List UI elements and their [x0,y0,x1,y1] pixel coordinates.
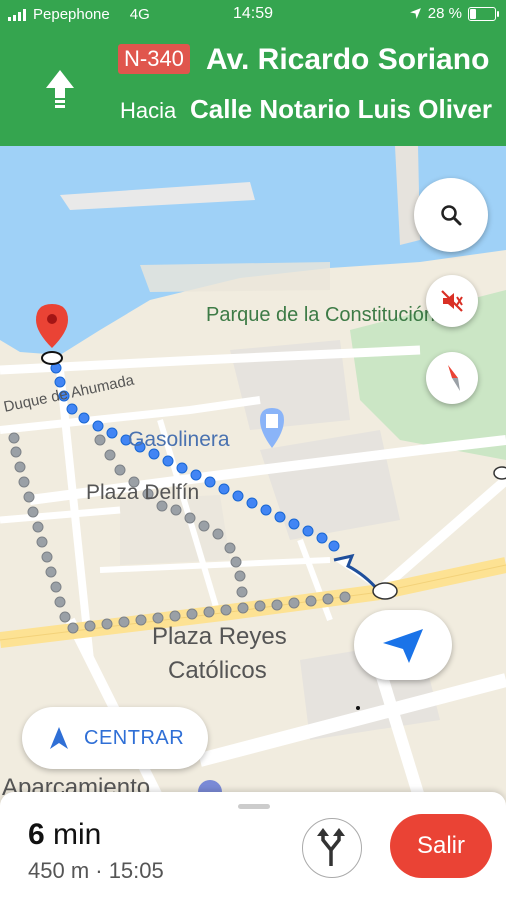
battery-percent: 28 % [427,5,462,22]
map-label-plaza-reyes-1: Plaza Reyes [152,623,287,650]
trip-summary-panel[interactable]: 6 min 450 m · 15:05 Salir [0,792,506,900]
map-label-plaza-reyes-2: Católicos [168,657,267,684]
trip-details: 450 m · 15:05 [28,858,164,883]
destination-pin-icon[interactable] [32,300,72,370]
toward-street: Calle Notario Luis Oliver [190,94,492,124]
current-street: Av. Ricardo Soriano [206,43,490,76]
map-label-plaza-delfin: Plaza Delfín [86,481,200,504]
recenter-button[interactable]: CENTRAR [22,707,208,769]
alt-route-icon [317,828,345,866]
navigation-arrow-icon [50,727,68,749]
mute-button[interactable] [426,275,478,327]
recenter-label: CENTRAR [84,726,185,749]
eta-unit: min [53,818,102,851]
compass-icon [448,365,460,391]
exit-button[interactable]: Salir [390,814,492,878]
status-bar: Pepephone 4G 14:59 28 % [0,0,506,30]
compass-button[interactable] [426,352,478,404]
eta-minutes: 6 [28,818,45,851]
map-label-gas-station: Gasolinera [128,428,230,451]
navigation-header: N-340 Av. Ricardo Soriano Hacia Calle No… [0,30,506,146]
recenter-compass-button[interactable] [354,610,452,680]
eta-time: 6 min [28,818,101,852]
sound-off-icon [441,290,463,312]
battery-icon [468,6,499,21]
alternate-routes-button[interactable] [302,818,362,878]
search-icon [441,205,462,226]
straight-arrow-icon [46,70,74,108]
navigation-arrow-icon [383,629,423,663]
location-arrow-icon [409,8,421,19]
map-label-park: Parque de la Constitución [206,304,436,326]
drag-handle[interactable] [238,804,270,809]
search-button[interactable] [414,178,488,252]
route-badge: N-340 [118,44,190,74]
toward-label: Hacia [120,98,177,123]
